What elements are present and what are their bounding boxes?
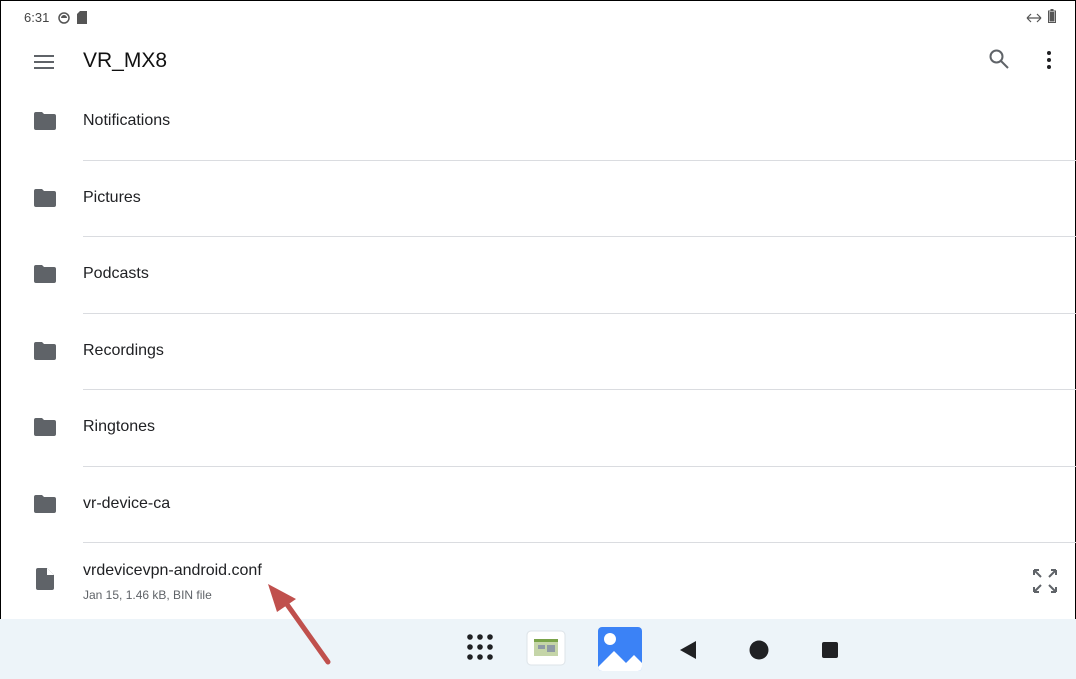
file-meta: Jan 15, 1.46 kB, BIN file <box>83 588 212 602</box>
list-item-label: Podcasts <box>83 265 149 282</box>
hamburger-menu-icon[interactable] <box>34 54 54 70</box>
file-list-item[interactable]: vrdevicevpn-android.conf Jan 15, 1.46 kB… <box>0 544 1076 619</box>
app-bar: VR_MX8 <box>0 32 1076 92</box>
status-time: 6:31 <box>24 10 50 25</box>
list-item-label: Notifications <box>83 112 171 129</box>
list-item-label: Pictures <box>83 188 141 206</box>
recents-icon[interactable] <box>822 642 838 658</box>
folder-icon <box>34 418 56 436</box>
file-icon <box>36 568 54 590</box>
list-item[interactable]: Podcasts <box>0 237 1076 314</box>
folder-icon <box>34 265 56 283</box>
page-title: VR_MX8 <box>83 49 168 72</box>
status-bar: 6:31 <box>0 0 1076 32</box>
navigation-bar <box>0 619 1076 679</box>
more-options-icon[interactable] <box>1040 48 1058 72</box>
list-item[interactable]: vr-device-ca <box>0 467 1076 543</box>
folder-icon <box>34 341 56 360</box>
sd-card-icon <box>77 11 87 24</box>
sync-icon <box>58 12 70 24</box>
file-list: Notifications Pictures Podcasts Recordin… <box>0 84 1076 543</box>
list-item[interactable]: Ringtones <box>0 390 1076 467</box>
folder-icon <box>34 188 56 207</box>
folder-icon <box>34 494 56 513</box>
folder-icon <box>34 112 56 130</box>
list-item[interactable]: Recordings <box>0 314 1076 390</box>
home-icon[interactable] <box>749 640 769 660</box>
search-icon[interactable] <box>988 48 1010 70</box>
list-item[interactable]: Notifications <box>0 84 1076 161</box>
list-item-label: vr-device-ca <box>83 494 171 512</box>
gallery-icon[interactable] <box>598 627 642 671</box>
list-item[interactable]: Pictures <box>0 161 1076 237</box>
divider <box>83 542 1076 543</box>
battery-icon <box>1048 9 1056 23</box>
app-drawer-icon[interactable] <box>466 633 494 661</box>
list-item-label: Ringtones <box>83 418 156 435</box>
file-name: vrdevicevpn-android.conf <box>83 562 262 579</box>
app-shortcut-icon[interactable] <box>526 630 566 666</box>
back-icon[interactable] <box>680 641 696 659</box>
list-item-label: Recordings <box>83 341 164 359</box>
fullscreen-icon[interactable] <box>1032 568 1058 594</box>
data-transfer-icon <box>1026 13 1042 23</box>
